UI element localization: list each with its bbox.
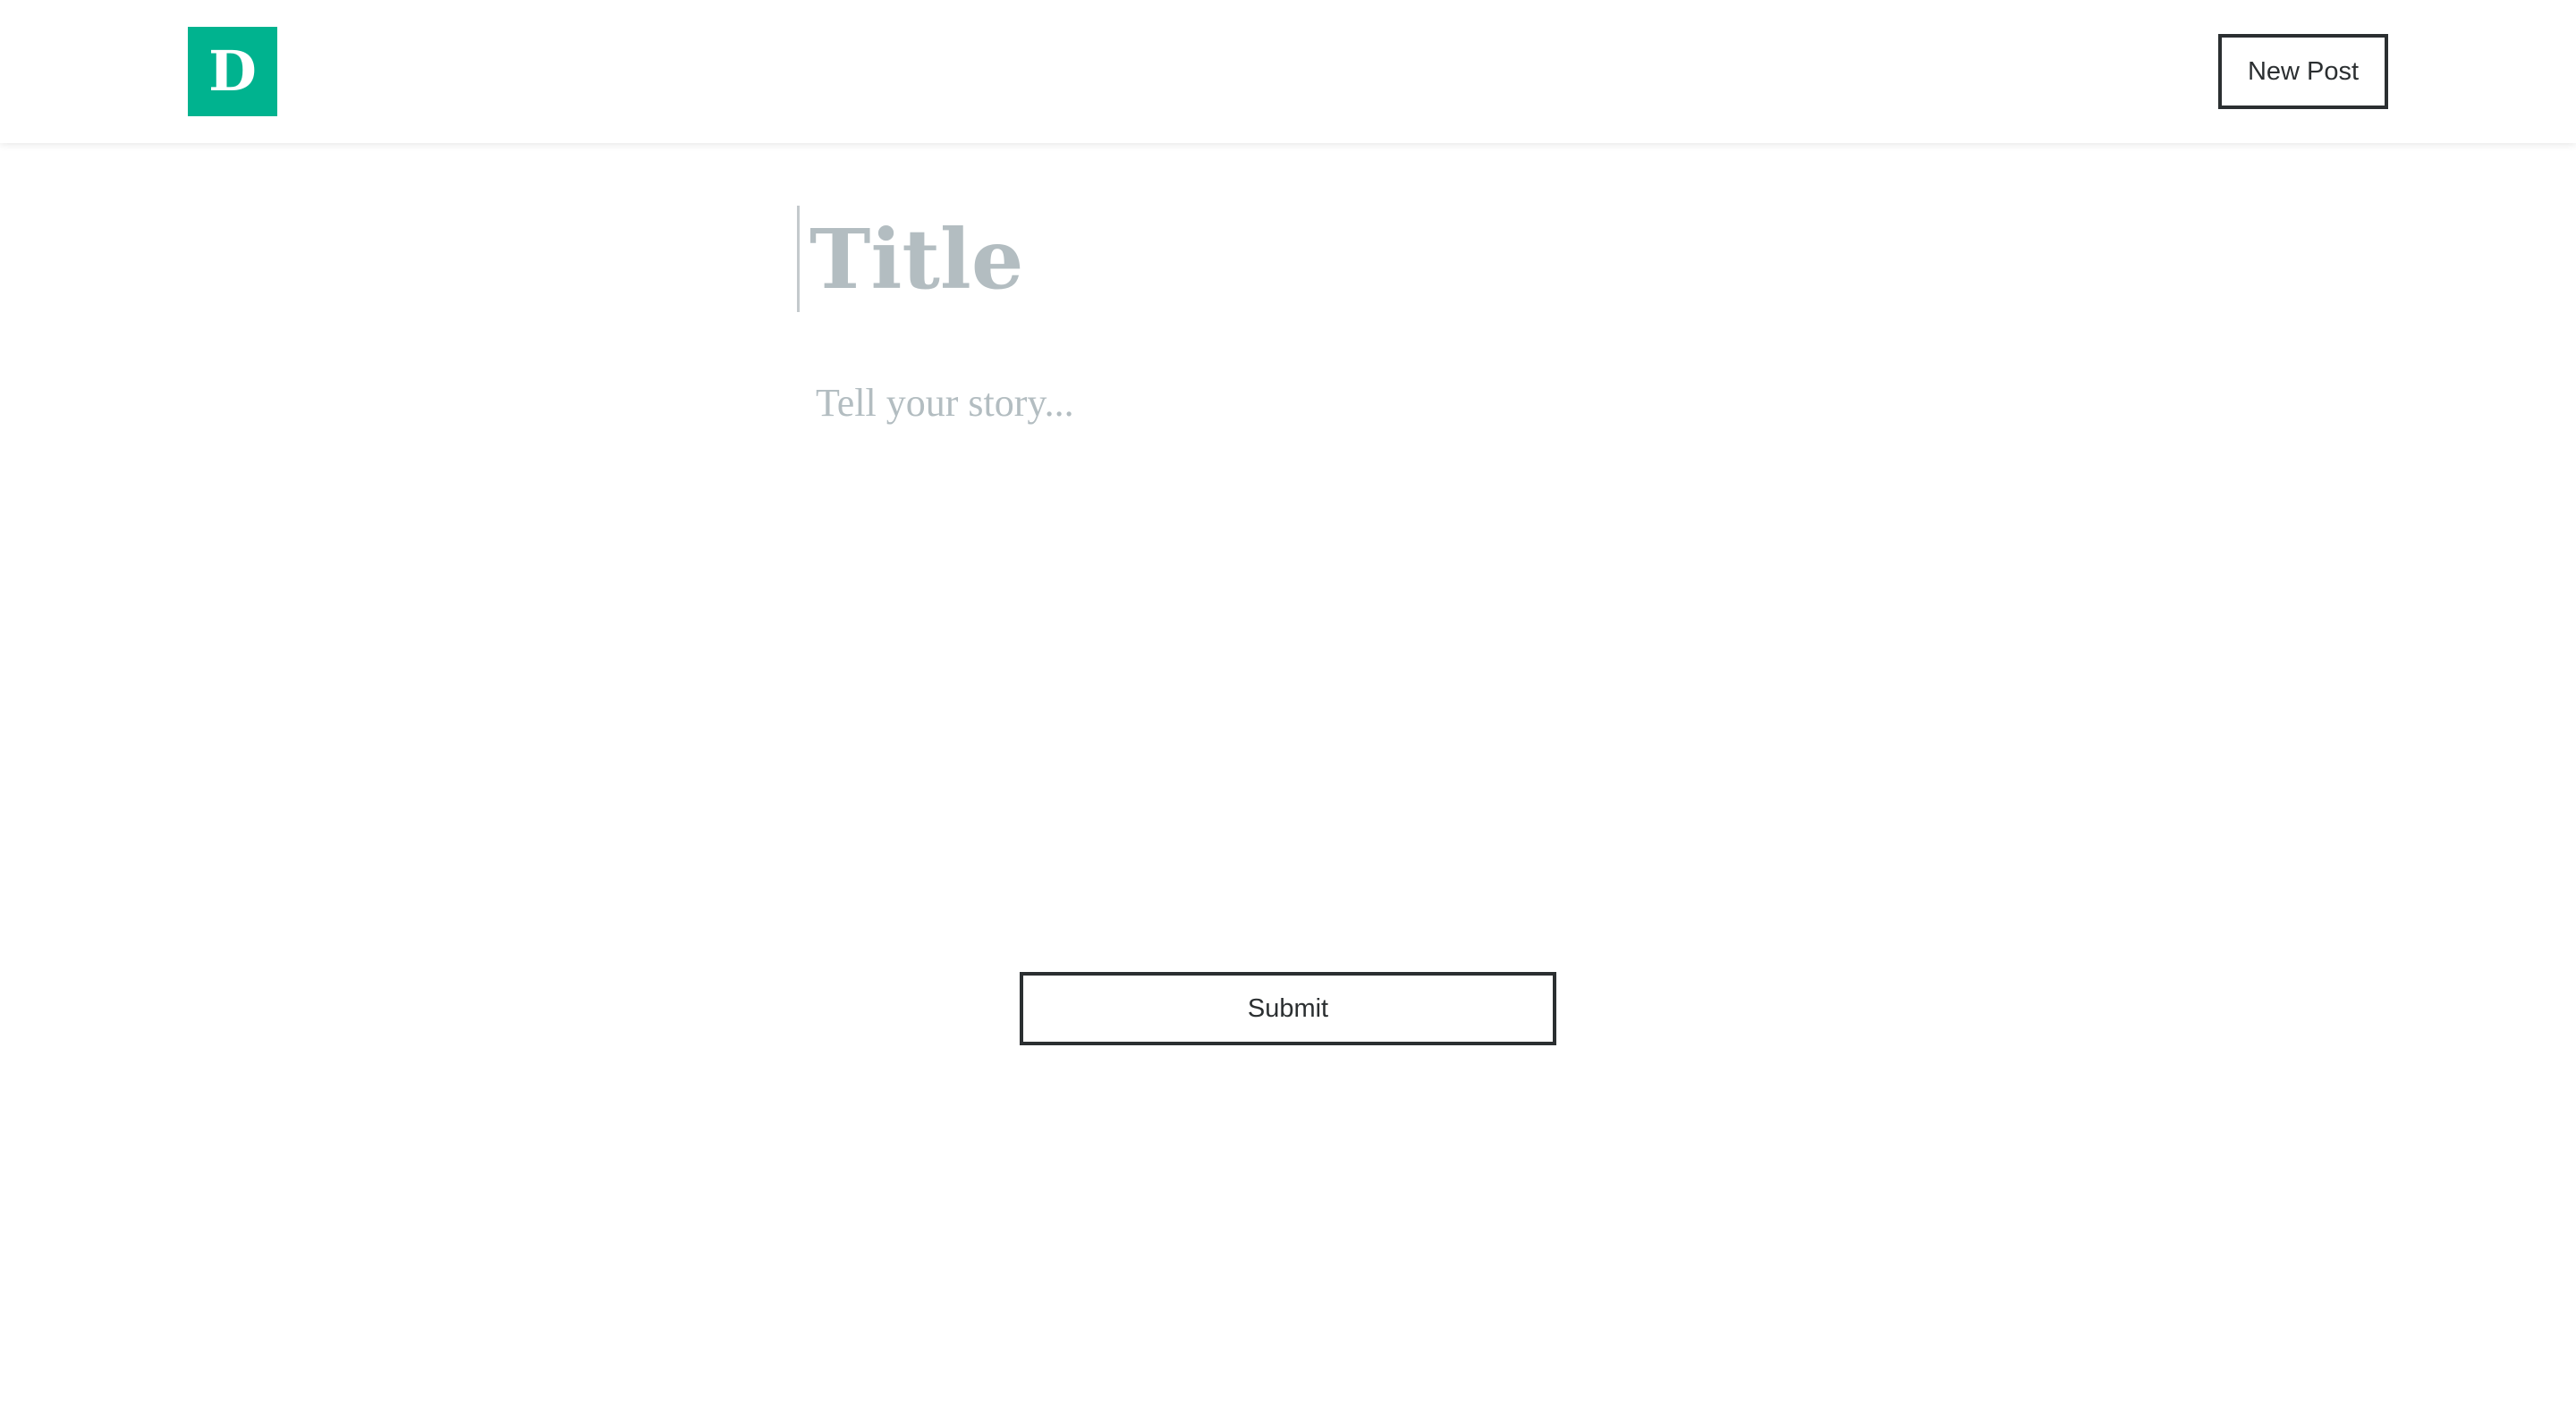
new-post-button[interactable]: New Post <box>2218 34 2388 109</box>
logo-letter: D <box>208 38 257 104</box>
title-text-cursor <box>797 206 800 312</box>
submit-button[interactable]: Submit <box>1020 972 1556 1045</box>
top-header: D New Post <box>0 0 2576 143</box>
story-input[interactable] <box>816 376 1800 930</box>
title-input[interactable] <box>809 204 1793 315</box>
site-logo[interactable]: D <box>188 27 277 116</box>
